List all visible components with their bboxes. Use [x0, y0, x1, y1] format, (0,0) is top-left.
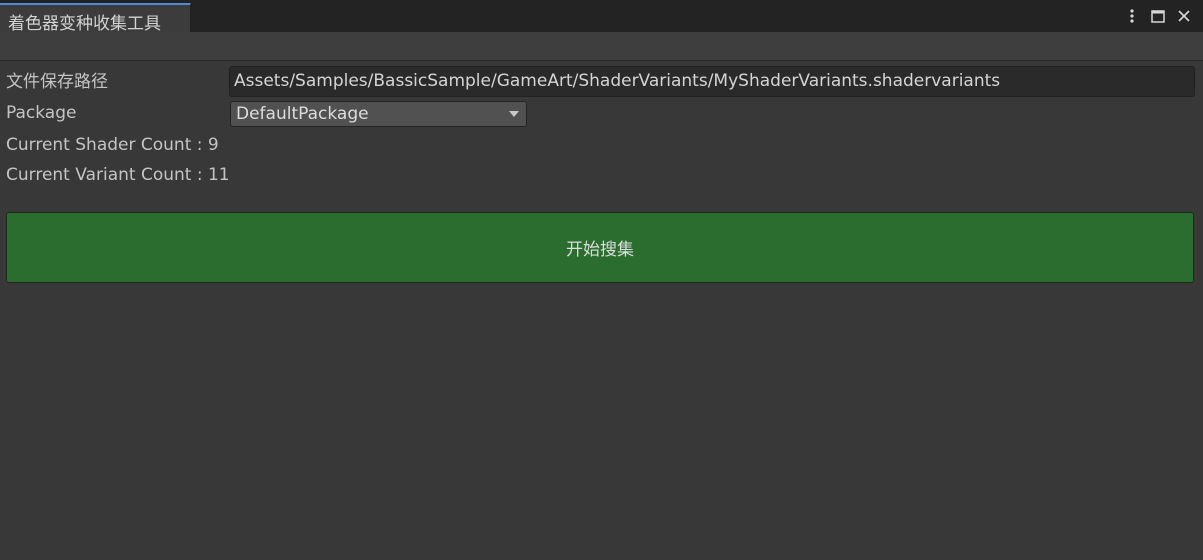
tab-shader-variant-collector[interactable]: 着色器变种收集工具 — [0, 3, 191, 34]
close-icon[interactable] — [1175, 7, 1193, 25]
save-path-field[interactable]: Assets/Samples/BassicSample/GameArt/Shad… — [229, 66, 1195, 97]
shader-count-text: Current Shader Count : 9 — [6, 135, 219, 155]
tab-title: 着色器变种收集工具 — [8, 14, 161, 34]
toolbar-strip — [0, 32, 1203, 61]
maximize-icon[interactable] — [1149, 7, 1167, 25]
start-collect-button-label: 开始搜集 — [566, 240, 634, 260]
dropdown-arrow-icon — [509, 111, 519, 117]
shader-variant-collector-window: 着色器变种收集工具 文件保存路径 Assets/Samples/BassicSa… — [0, 0, 1203, 560]
save-path-value: Assets/Samples/BassicSample/GameArt/Shad… — [234, 71, 1001, 91]
variant-count-text: Current Variant Count : 11 — [6, 165, 230, 185]
window-controls — [1123, 0, 1203, 32]
more-vertical-icon[interactable] — [1123, 7, 1141, 25]
package-selected-value: DefaultPackage — [236, 104, 369, 124]
start-collect-button[interactable]: 开始搜集 — [6, 212, 1194, 283]
package-dropdown[interactable]: DefaultPackage — [230, 101, 527, 127]
package-label: Package — [6, 103, 77, 123]
tab-bar: 着色器变种收集工具 — [0, 0, 1203, 34]
save-path-label: 文件保存路径 — [6, 72, 108, 92]
